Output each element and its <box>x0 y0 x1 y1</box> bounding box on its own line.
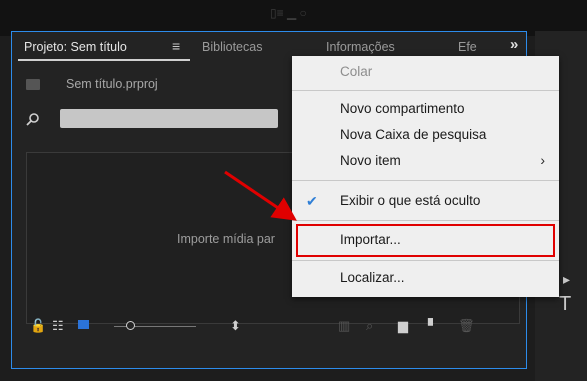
annotation-arrow-icon <box>224 170 297 221</box>
